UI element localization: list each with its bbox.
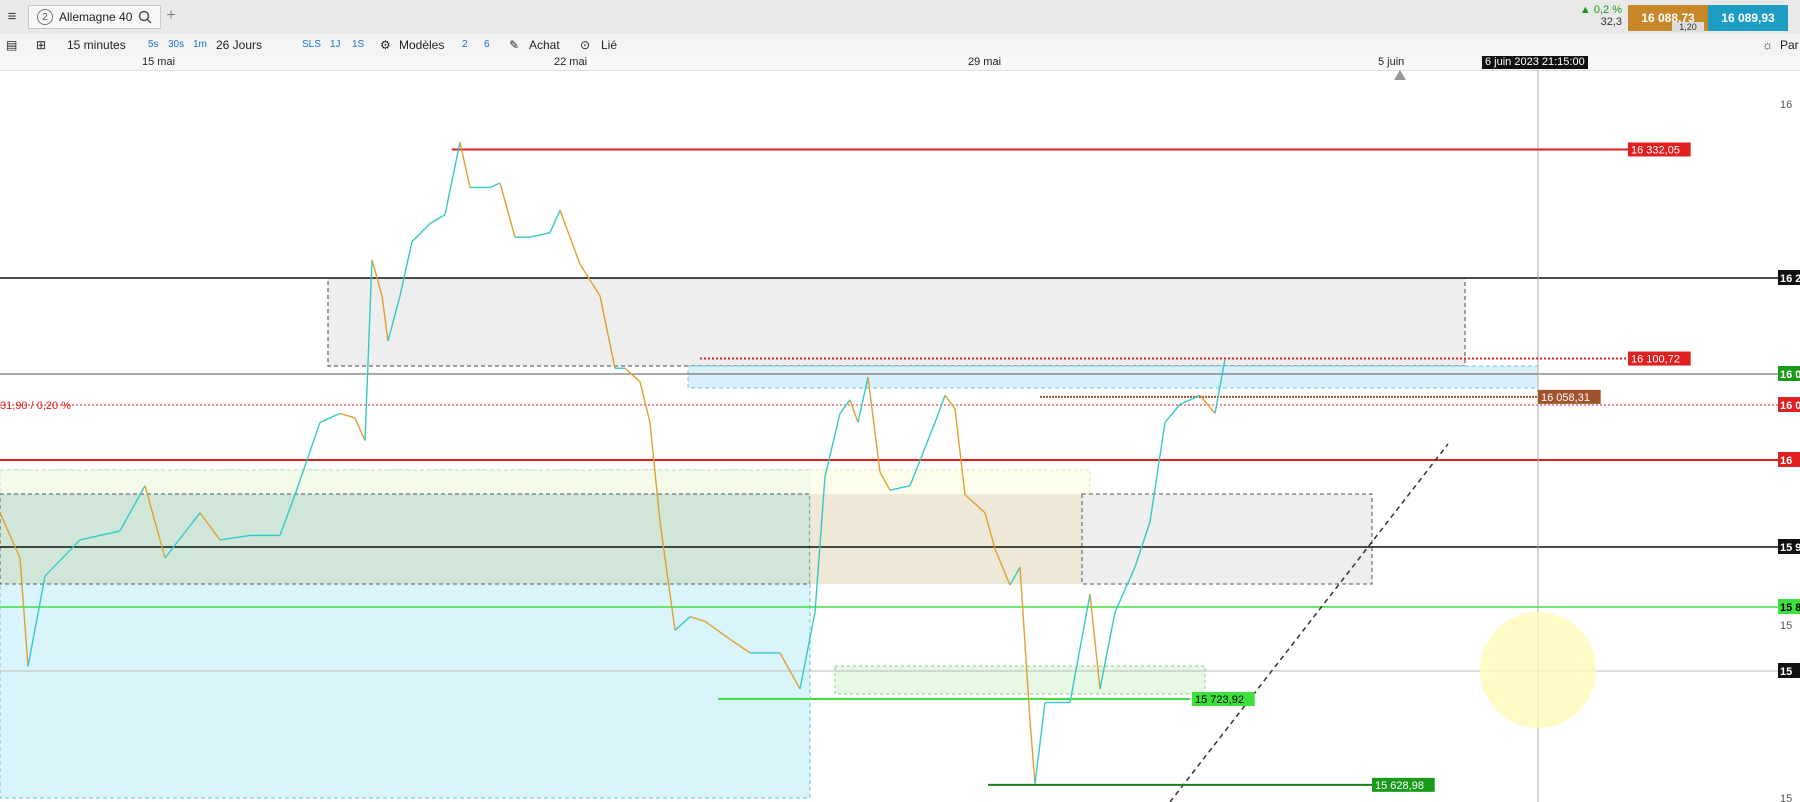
models-icon[interactable]: ⚙: [380, 37, 391, 53]
preset-6[interactable]: 6: [484, 37, 490, 53]
period-select[interactable]: 26 Jours: [216, 37, 262, 53]
zone-blue-upper: [687, 365, 1539, 389]
price-segment: [1199, 394, 1216, 414]
price-segment: [339, 412, 356, 419]
price-segment: [529, 231, 551, 238]
price-segment: [624, 367, 641, 383]
level-label: 15 628,98: [1375, 780, 1424, 792]
instrument-tab[interactable]: 2 Allemagne 40: [28, 5, 162, 29]
level-label: 15 723,92: [1195, 694, 1244, 706]
price-segment: [444, 142, 461, 215]
instrument-index-badge: 2: [37, 9, 53, 25]
price-chart[interactable]: 31,90 / 0,20 % 16 332,05 16 100,72 16 058,…: [0, 70, 1800, 802]
time-label: 29 mai: [968, 56, 1002, 68]
axis-price-label: 15: [1780, 666, 1792, 678]
marker-triangle-icon: [1394, 70, 1406, 80]
time-label: 15 mai: [142, 56, 176, 68]
ask-price: 16 089,93: [1721, 11, 1775, 25]
linked-toggle[interactable]: Lié: [601, 37, 617, 53]
tf-1m[interactable]: 1m: [193, 37, 207, 53]
preset-2[interactable]: 2: [462, 37, 468, 53]
axis-price-label: 15 8: [1780, 602, 1800, 614]
price-segment: [639, 381, 651, 423]
price-segment: [849, 399, 859, 423]
cursor-highlight: [1480, 612, 1596, 728]
price-segment: [839, 399, 851, 414]
buy-icon[interactable]: ✎: [509, 37, 519, 53]
level-label: 16 058,31: [1541, 392, 1590, 404]
period-sls[interactable]: SLS: [302, 37, 321, 53]
level-label: 16 332,05: [1631, 144, 1680, 156]
price-segment: [411, 223, 431, 243]
price-segment: [867, 377, 881, 473]
price-segment: [944, 394, 956, 410]
gear-icon[interactable]: ☼: [1762, 37, 1773, 53]
time-axis: 15 mai 22 mai 29 mai 5 juin 6 juin 2023 …: [0, 56, 1800, 71]
buy-button[interactable]: 16 089,93: [1708, 5, 1788, 31]
axis-price-label: 15 9: [1780, 542, 1800, 554]
axis-price-label: 16: [1780, 455, 1792, 467]
axis-price-label: 15: [1780, 620, 1792, 632]
time-label: 5 juin: [1378, 56, 1405, 68]
price-segment: [354, 417, 366, 441]
chart-toolbar: ▤ ⊞ 15 minutes 5s 30s 1m 26 Jours SLS 1J…: [0, 34, 1800, 57]
left-annotation: 31,90 / 0,20 %: [0, 400, 71, 412]
price-segment: [559, 209, 581, 265]
layout-icon[interactable]: ⊞: [36, 37, 46, 53]
price-segment: [499, 182, 516, 238]
zone-tan: [810, 494, 1082, 584]
change-indicator: ▲ 0,2 % 32,3: [1568, 4, 1622, 32]
link-icon[interactable]: ⊙: [580, 37, 590, 53]
zone-green-small: [834, 665, 1206, 695]
axis-price-label: 16 2: [1780, 273, 1800, 285]
price-segment: [1164, 403, 1181, 423]
zone-green: [0, 493, 811, 585]
price-segment: [1019, 566, 1031, 721]
price-segment: [549, 209, 561, 233]
price-segment: [824, 413, 841, 477]
axis-price-label: 15: [1780, 793, 1792, 802]
timeframe-select[interactable]: 15 minutes: [67, 37, 126, 53]
zone-grey-lower: [1081, 493, 1373, 585]
price-segment: [489, 182, 501, 189]
time-label: 22 mai: [554, 56, 588, 68]
period-1s[interactable]: 1S: [352, 37, 364, 53]
instrument-name: Allemagne 40: [59, 10, 133, 24]
params-button[interactable]: Par: [1780, 37, 1799, 53]
list-icon[interactable]: ▤: [6, 37, 17, 53]
price-segment: [934, 395, 946, 423]
change-pct: ▲ 0,2 %: [1579, 4, 1622, 16]
buy-link[interactable]: Achat: [529, 37, 560, 53]
zone-grey-upper: [327, 277, 1466, 367]
price-segment: [319, 412, 341, 424]
axis-price-label: 16: [1780, 99, 1792, 111]
tf-5s[interactable]: 5s: [148, 37, 159, 53]
axis-price-label: 16 0: [1780, 400, 1800, 412]
top-toolbar: ≡ 2 Allemagne 40 + ▲ 0,2 % 32,3 16 088,7…: [0, 0, 1800, 35]
add-tab-button[interactable]: +: [160, 6, 182, 26]
search-icon[interactable]: [138, 10, 152, 24]
price-segment: [1029, 720, 1036, 784]
hamburger-icon[interactable]: ≡: [2, 6, 22, 26]
price-segment: [429, 213, 446, 225]
axis-price-label: 16 0: [1780, 369, 1800, 381]
change-pts: 32,3: [1600, 16, 1622, 28]
price-segment: [1034, 702, 1046, 785]
tf-30s[interactable]: 30s: [168, 37, 184, 53]
period-1j[interactable]: 1J: [330, 37, 341, 53]
cursor-time-label: 6 juin 2023 21:15:00: [1482, 56, 1588, 69]
level-label: 16 100,72: [1631, 354, 1680, 366]
spread-badge: 1,20: [1672, 22, 1704, 32]
models-button[interactable]: Modèles: [399, 37, 444, 53]
